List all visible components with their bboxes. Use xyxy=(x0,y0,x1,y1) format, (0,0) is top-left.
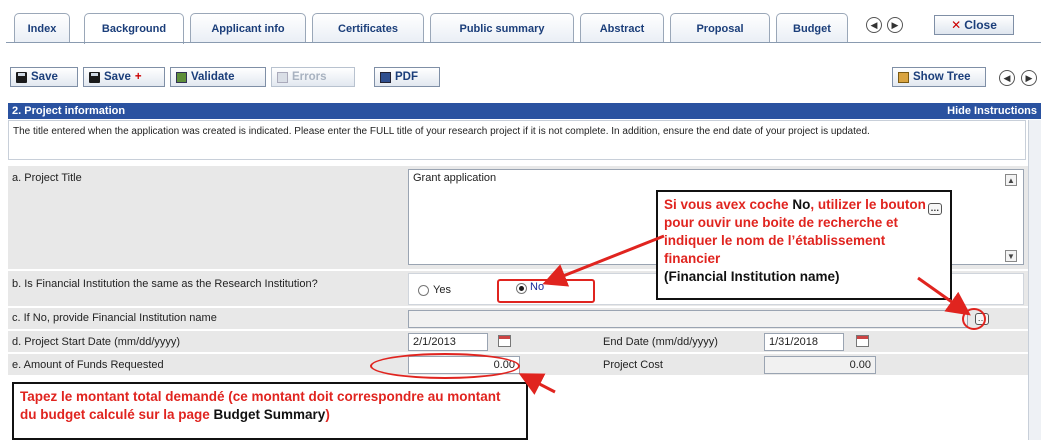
annotation-arrows xyxy=(518,234,971,395)
arrow-to-no xyxy=(542,234,665,287)
arrow-to-ellipsis xyxy=(917,276,971,316)
arrow-to-amount xyxy=(518,373,556,395)
